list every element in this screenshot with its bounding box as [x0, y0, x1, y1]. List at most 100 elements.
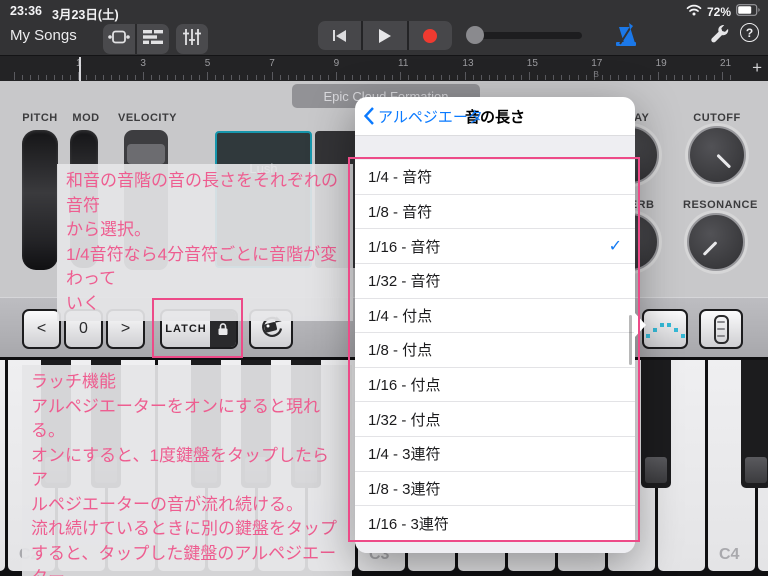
ruler-tick	[62, 75, 64, 80]
note-length-option[interactable]: 1/4 - 付点	[355, 299, 635, 334]
ruler-tick	[94, 75, 96, 80]
ruler-tick	[352, 75, 354, 80]
arpeggiator-button[interactable]	[642, 309, 688, 349]
scrollbar[interactable]	[629, 315, 632, 365]
note-length-option[interactable]: 1/4 - 音符	[355, 160, 635, 195]
ruler-number: 9	[333, 58, 340, 69]
white-key[interactable]	[0, 360, 5, 571]
playhead[interactable]	[79, 57, 81, 81]
note-length-option[interactable]: 1/8 - 付点	[355, 333, 635, 368]
ruler-tick	[392, 75, 394, 80]
ruler-tick	[327, 75, 329, 80]
ruler-tick	[633, 75, 635, 80]
ruler-tick	[641, 75, 643, 80]
note-length-option[interactable]: 1/16 - 3連符	[355, 506, 635, 541]
ruler-tick	[368, 75, 370, 80]
settings-wrench-button[interactable]	[709, 23, 730, 49]
ruler-tick	[215, 75, 217, 80]
ruler-tick	[54, 75, 56, 80]
black-key[interactable]	[741, 360, 768, 488]
annotation-line: ラッチ機能	[31, 372, 116, 391]
volume-slider-knob[interactable]	[466, 26, 484, 44]
view-toggle-button[interactable]	[103, 24, 135, 54]
ruler-number: 15	[526, 58, 538, 69]
ruler-tick	[464, 72, 466, 80]
ruler-tick	[561, 75, 563, 80]
ruler-tick	[658, 72, 659, 80]
tracks-view-button[interactable]	[137, 24, 169, 54]
ruler-tick	[22, 75, 24, 80]
play-button[interactable]	[363, 21, 407, 50]
wifi-icon	[686, 3, 702, 21]
ruler-tick	[730, 75, 732, 80]
ruler-tick	[682, 75, 684, 80]
ruler-tick	[295, 75, 297, 80]
ruler-tick	[432, 75, 434, 80]
ruler-tick	[497, 75, 498, 80]
note-length-list: 1/4 - 音符 1/8 - 音符 1/16 - 音符 ✓ 1/32 - 音符 1/4 -…	[355, 160, 635, 541]
ruler-tick	[110, 75, 112, 80]
popover-arrow	[634, 312, 646, 338]
top-toolbar: 23:36 3月23日(土) 72% My Songs ?	[0, 0, 768, 55]
timeline-ruler[interactable]: 1357911131517B1921 +	[0, 55, 768, 81]
ruler-tick	[400, 72, 402, 80]
help-button[interactable]: ?	[740, 23, 759, 42]
ruler-tick	[424, 75, 426, 80]
note-length-option[interactable]: 1/8 - 音符	[355, 195, 635, 230]
ruler-tick	[408, 75, 410, 80]
pitch-wheel[interactable]	[22, 130, 58, 270]
note-length-option[interactable]: 1/16 - 音符 ✓	[355, 229, 635, 264]
ruler-tick	[319, 75, 321, 80]
ruler-tick	[231, 75, 233, 80]
ruler-tick	[239, 75, 241, 80]
note-length-option[interactable]: 1/16 - 付点	[355, 368, 635, 403]
scale-button[interactable]	[699, 309, 743, 349]
ruler-tick	[287, 75, 289, 80]
ruler-tick	[199, 75, 201, 80]
note-length-option[interactable]: 1/8 - 3連符	[355, 472, 635, 507]
ruler-tick	[102, 75, 104, 80]
annotation-line: アルペジエーターをオンにすると現れる。	[31, 396, 320, 441]
resonance-knob[interactable]	[687, 213, 745, 271]
cutoff-knob[interactable]	[688, 126, 746, 184]
ruler-tick	[649, 75, 651, 80]
note-length-option[interactable]: 1/32 - 音符	[355, 264, 635, 299]
annotation-line: から選択。	[66, 220, 151, 239]
ruler-tick	[191, 75, 193, 80]
metronome-button[interactable]	[611, 21, 638, 53]
ruler-tick	[577, 75, 579, 80]
ruler-tick	[247, 75, 249, 80]
record-button[interactable]	[408, 21, 452, 50]
ruler-tick	[207, 72, 209, 80]
ruler-tick	[279, 75, 281, 80]
ruler-number: 5	[204, 58, 211, 69]
volume-slider-track[interactable]	[474, 32, 582, 39]
ruler-tick	[513, 75, 515, 80]
black-key[interactable]	[641, 360, 671, 488]
annotation-note-length: 和音の音階の音の長さをそれぞれの音符 から選択。 1/4音符なら4分音符ごとに音階が…	[57, 164, 353, 321]
add-bars-button[interactable]: +	[752, 58, 762, 78]
octave-down-button[interactable]: <	[22, 309, 61, 349]
skip-to-start-button[interactable]	[318, 21, 362, 50]
ruler-tick	[609, 75, 611, 80]
my-songs-button[interactable]: My Songs	[10, 27, 77, 44]
resonance-knob-label: RESONANCE	[683, 199, 758, 211]
ruler-tick	[158, 75, 160, 80]
popover-spacer	[355, 135, 635, 161]
ruler-tick	[480, 75, 482, 80]
ruler-tick	[521, 75, 523, 80]
ruler-tick	[263, 75, 265, 80]
ruler-tick	[585, 75, 587, 80]
status-time: 23:36	[10, 4, 42, 18]
scale-icon	[713, 314, 729, 344]
ruler-tick	[601, 75, 603, 80]
record-icon	[423, 28, 438, 43]
ruler-number: 3	[140, 58, 146, 69]
note-length-option[interactable]: 1/4 - 3連符	[355, 437, 635, 472]
back-to-arpeggiator-button[interactable]: アルペジエータ	[364, 97, 483, 135]
ruler-tick	[126, 75, 128, 80]
note-length-option[interactable]: 1/32 - 付点	[355, 402, 635, 437]
mixer-button[interactable]	[176, 24, 208, 54]
annotation-latch: ラッチ機能 アルペジエーターをオンにすると現れる。 オンにすると、1度鍵盤をタップし…	[22, 365, 352, 576]
ruler-tick	[134, 75, 136, 80]
